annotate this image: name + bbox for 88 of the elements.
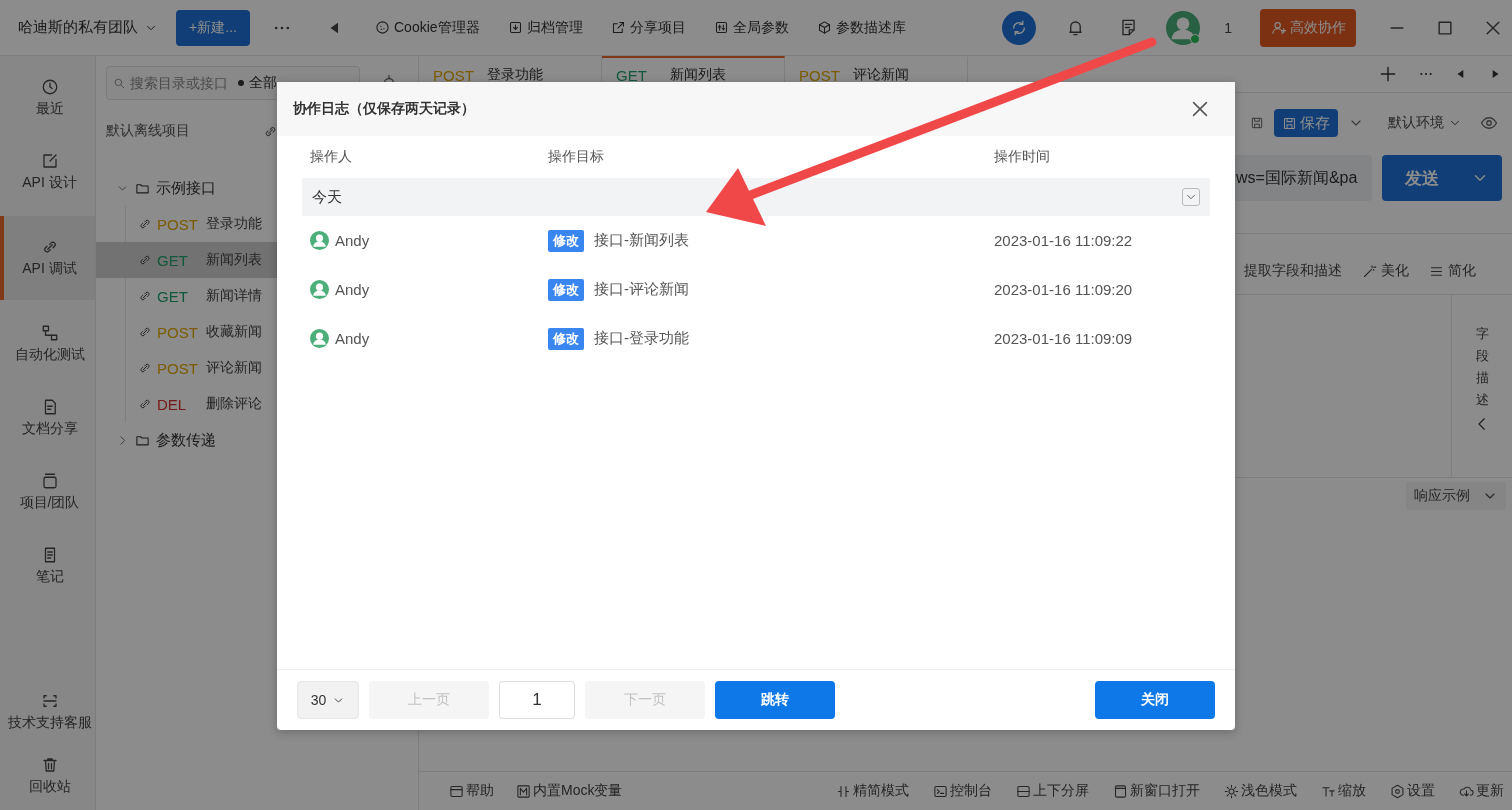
team-dropdown[interactable]: 哈迪斯的私有团队 [18, 18, 158, 37]
method-label: POST [157, 323, 199, 341]
jump-button[interactable]: 跳转 [715, 681, 835, 719]
sidebar-item[interactable]: 最近 [0, 68, 95, 128]
sidebar-label: 文档分享 [21, 420, 78, 438]
toolbar-button[interactable]: 美化 [1362, 262, 1409, 280]
column-header: 操作时间 [994, 148, 1051, 166]
action-tag: 修改 [548, 229, 584, 252]
status-button[interactable]: 缩放 [1321, 782, 1366, 800]
status-button[interactable]: 新窗口打开 [1113, 782, 1200, 800]
collaboration-button[interactable]: 高效协作 [1260, 8, 1356, 47]
time-text: 2023-01-16 11:09:09 [994, 330, 1134, 347]
tab-title: 登录功能 [487, 66, 543, 84]
sidebar-item[interactable]: 项目/团队 [0, 462, 95, 522]
endpoint-name: 登录功能 [206, 215, 262, 233]
status-button[interactable]: 上下分屏 [1016, 782, 1089, 800]
filter-dropdown[interactable]: 全部 [249, 74, 277, 92]
sidebar-label: 项目/团队 [19, 494, 80, 512]
tree-item[interactable]: DEL 删除评论 [96, 386, 418, 422]
sidebar-label: API 调试 [22, 260, 77, 278]
time-text: 2023-01-16 11:09:22 [994, 232, 1134, 249]
sidebar-label: 自动化测试 [14, 346, 85, 364]
close-button[interactable]: 关闭 [1095, 681, 1215, 719]
sidebar-label: API 设计 [22, 174, 77, 192]
target-text: 接口-评论新闻 [594, 280, 689, 299]
page-input[interactable]: 1 [499, 681, 575, 719]
group-label: 今天 [312, 187, 342, 207]
group-row[interactable]: 今天 [302, 178, 1210, 216]
toolbar-button[interactable]: 简化 [1429, 262, 1476, 280]
toolbar-button[interactable]: 分享项目 [601, 9, 695, 46]
method-label: GET [157, 251, 189, 269]
target-text: 接口-登录功能 [594, 329, 689, 348]
method-label: GET [157, 287, 189, 305]
method-label: POST [157, 359, 199, 377]
sidebar-item[interactable]: API 调试 [0, 216, 95, 300]
send-button[interactable]: 发送 [1382, 155, 1502, 201]
folder-name[interactable]: 参数传递 [156, 430, 216, 450]
toolbar-button[interactable]: 参数描述库 [807, 9, 915, 46]
action-tag: 修改 [548, 278, 584, 301]
status-button[interactable]: 控制台 [933, 782, 992, 800]
sidebar-item[interactable]: 笔记 [0, 536, 95, 596]
status-button[interactable]: 浅色模式 [1224, 782, 1297, 800]
endpoint-name: 收藏新闻 [206, 323, 262, 341]
sidebar-label: 笔记 [35, 568, 64, 586]
save-button[interactable]: 保存 [1274, 109, 1338, 137]
endpoint-name: 删除评论 [206, 395, 262, 413]
online-count: 1 [1224, 19, 1232, 36]
status-button[interactable]: 帮助 [449, 782, 494, 800]
target-text: 接口-新闻列表 [594, 231, 689, 250]
column-header: 操作人 [310, 148, 353, 166]
toolbar-button[interactable]: 全局参数 [704, 9, 798, 46]
toolbar-button[interactable]: Cookie管理器 [366, 9, 489, 46]
tree-item[interactable]: POST 评论新闻 [96, 350, 418, 386]
tab-title: 评论新闻 [853, 66, 909, 84]
endpoint-name: 新闻列表 [206, 251, 262, 269]
response-dropdown[interactable]: 响应示例 [1406, 482, 1506, 510]
sidebar-label[interactable]: 技术支持客服 [7, 714, 92, 732]
endpoint-name: 评论新闻 [206, 359, 262, 377]
status-button[interactable]: 内置Mock变量 [516, 782, 623, 800]
method-label: POST [799, 66, 841, 84]
method-label: POST [433, 66, 475, 84]
user-name: Andy [335, 330, 370, 347]
method-label: GET [616, 66, 648, 84]
status-button[interactable]: 精简模式 [836, 782, 909, 800]
sidebar-item[interactable]: API 设计 [0, 142, 95, 202]
page-size-select[interactable]: 30 [297, 681, 359, 719]
toolbar-button[interactable]: 提取字段和描述 [1244, 262, 1342, 280]
endpoint-name: 新闻详情 [206, 287, 262, 305]
status-button[interactable]: 设置 [1390, 782, 1435, 800]
sidebar-item[interactable]: 文档分享 [0, 388, 95, 448]
toolbar-button[interactable]: 归档管理 [498, 9, 592, 46]
folder-name[interactable]: 示例接口 [156, 178, 216, 198]
environment-dropdown[interactable]: 默认环境 [1388, 114, 1462, 132]
time-text: 2023-01-16 11:09:20 [994, 281, 1134, 298]
new-button[interactable]: +新建... [176, 9, 250, 46]
dialog-title: 协作日志（仅保存两天记录） [293, 100, 475, 118]
method-label: POST [157, 215, 199, 233]
side-panel-label[interactable]: 字段描述 [1475, 323, 1489, 412]
sidebar-label: 最近 [35, 100, 64, 118]
action-tag: 修改 [548, 327, 584, 350]
user-name: Andy [335, 281, 370, 298]
column-header: 操作目标 [548, 148, 605, 166]
sidebar-item[interactable]: 自动化测试 [0, 314, 95, 374]
status-button[interactable]: 更新 [1459, 782, 1504, 800]
project-name: 默认离线项目 [106, 122, 190, 140]
tab-title: 新闻列表 [670, 66, 726, 84]
sidebar-label[interactable]: 回收站 [28, 778, 71, 796]
method-label: DEL [157, 395, 188, 413]
